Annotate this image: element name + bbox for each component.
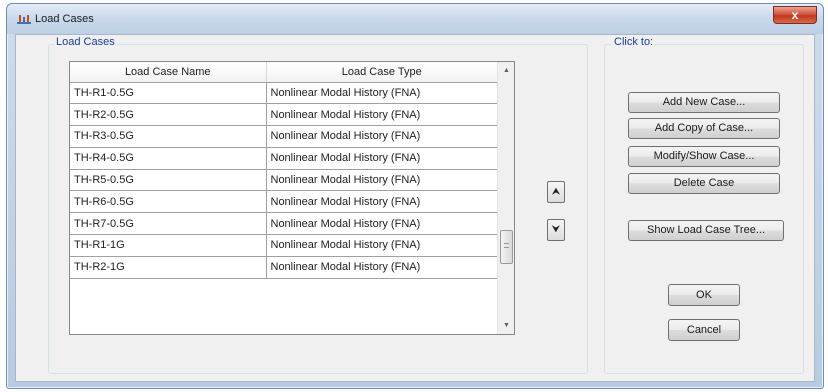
load-case-type[interactable]: Nonlinear Modal History (FNA)	[266, 103, 498, 127]
double-chevron-down-icon: ⮟	[552, 224, 560, 234]
table-row[interactable]: TH-R3-0.5G Nonlinear Modal History (FNA)	[70, 125, 498, 148]
close-icon: x	[791, 8, 799, 22]
close-button[interactable]: x	[773, 6, 817, 24]
load-case-name[interactable]: TH-R2-0.5G	[70, 103, 267, 127]
double-chevron-up-icon: ⮝	[552, 186, 560, 196]
dialog-body: Load Cases Click to: Load Case Name Load…	[15, 34, 815, 382]
ok-button[interactable]: OK	[668, 284, 740, 306]
load-case-name[interactable]: TH-R4-0.5G	[70, 147, 267, 170]
cancel-button[interactable]: Cancel	[668, 319, 740, 341]
load-case-name[interactable]: TH-R7-0.5G	[70, 212, 267, 236]
table-row[interactable]: TH-R5-0.5G Nonlinear Modal History (FNA)	[70, 169, 498, 192]
column-header-type[interactable]: Load Case Type	[266, 62, 498, 83]
load-case-name[interactable]: TH-R5-0.5G	[70, 169, 267, 192]
move-down-button[interactable]: ⮟	[547, 219, 565, 241]
load-case-name[interactable]: TH-R1-1G	[70, 234, 267, 257]
load-cases-window: Load Cases x Load Cases Click to: Load C…	[6, 3, 824, 389]
load-cases-group-label: Load Cases	[54, 36, 117, 48]
delete-case-button[interactable]: Delete Case	[628, 173, 780, 194]
move-up-button[interactable]: ⮝	[547, 181, 565, 203]
window-title: Load Cases	[35, 13, 94, 25]
add-copy-of-case-button[interactable]: Add Copy of Case...	[628, 118, 780, 139]
load-case-name[interactable]: TH-R1-0.5G	[70, 82, 267, 105]
table-row[interactable]: TH-R2-1G Nonlinear Modal History (FNA)	[70, 256, 498, 279]
load-case-type[interactable]: Nonlinear Modal History (FNA)	[266, 147, 498, 170]
add-new-case-button[interactable]: Add New Case...	[628, 92, 780, 113]
show-load-case-tree-button[interactable]: Show Load Case Tree...	[628, 220, 784, 241]
load-case-type[interactable]: Nonlinear Modal History (FNA)	[266, 212, 498, 236]
load-cases-grid: Load Case Name Load Case Type TH-R1-0.5G…	[70, 62, 498, 279]
app-icon	[17, 15, 31, 24]
load-case-type[interactable]: Nonlinear Modal History (FNA)	[266, 125, 498, 148]
scroll-down-arrow-icon[interactable]: ▼	[498, 317, 515, 334]
table-row[interactable]: TH-R2-0.5G Nonlinear Modal History (FNA)	[70, 103, 498, 127]
table-row[interactable]: TH-R7-0.5G Nonlinear Modal History (FNA)	[70, 212, 498, 236]
title-bar[interactable]: Load Cases x	[7, 4, 823, 34]
load-case-type[interactable]: Nonlinear Modal History (FNA)	[266, 256, 498, 279]
table-row[interactable]: TH-R4-0.5G Nonlinear Modal History (FNA)	[70, 147, 498, 170]
load-case-type[interactable]: Nonlinear Modal History (FNA)	[266, 190, 498, 214]
table-vertical-scrollbar[interactable]: ▲ ▼	[497, 62, 514, 334]
table-row[interactable]: TH-R6-0.5G Nonlinear Modal History (FNA)	[70, 190, 498, 214]
table-row[interactable]: TH-R1-0.5G Nonlinear Modal History (FNA)	[70, 82, 498, 105]
load-case-name[interactable]: TH-R2-1G	[70, 256, 267, 279]
load-case-type[interactable]: Nonlinear Modal History (FNA)	[266, 234, 498, 257]
scroll-up-arrow-icon[interactable]: ▲	[498, 62, 515, 79]
load-cases-table: Load Case Name Load Case Type TH-R1-0.5G…	[69, 61, 515, 335]
load-case-type[interactable]: Nonlinear Modal History (FNA)	[266, 82, 498, 105]
table-row[interactable]: TH-R1-1G Nonlinear Modal History (FNA)	[70, 234, 498, 257]
column-header-name[interactable]: Load Case Name	[70, 62, 267, 83]
modify-show-case-button[interactable]: Modify/Show Case...	[628, 146, 780, 167]
table-header-row: Load Case Name Load Case Type	[70, 62, 498, 83]
click-to-group-label: Click to:	[612, 36, 656, 48]
load-case-name[interactable]: TH-R3-0.5G	[70, 125, 267, 148]
load-case-type[interactable]: Nonlinear Modal History (FNA)	[266, 169, 498, 192]
scrollbar-thumb[interactable]	[500, 230, 513, 264]
load-case-name[interactable]: TH-R6-0.5G	[70, 190, 267, 214]
